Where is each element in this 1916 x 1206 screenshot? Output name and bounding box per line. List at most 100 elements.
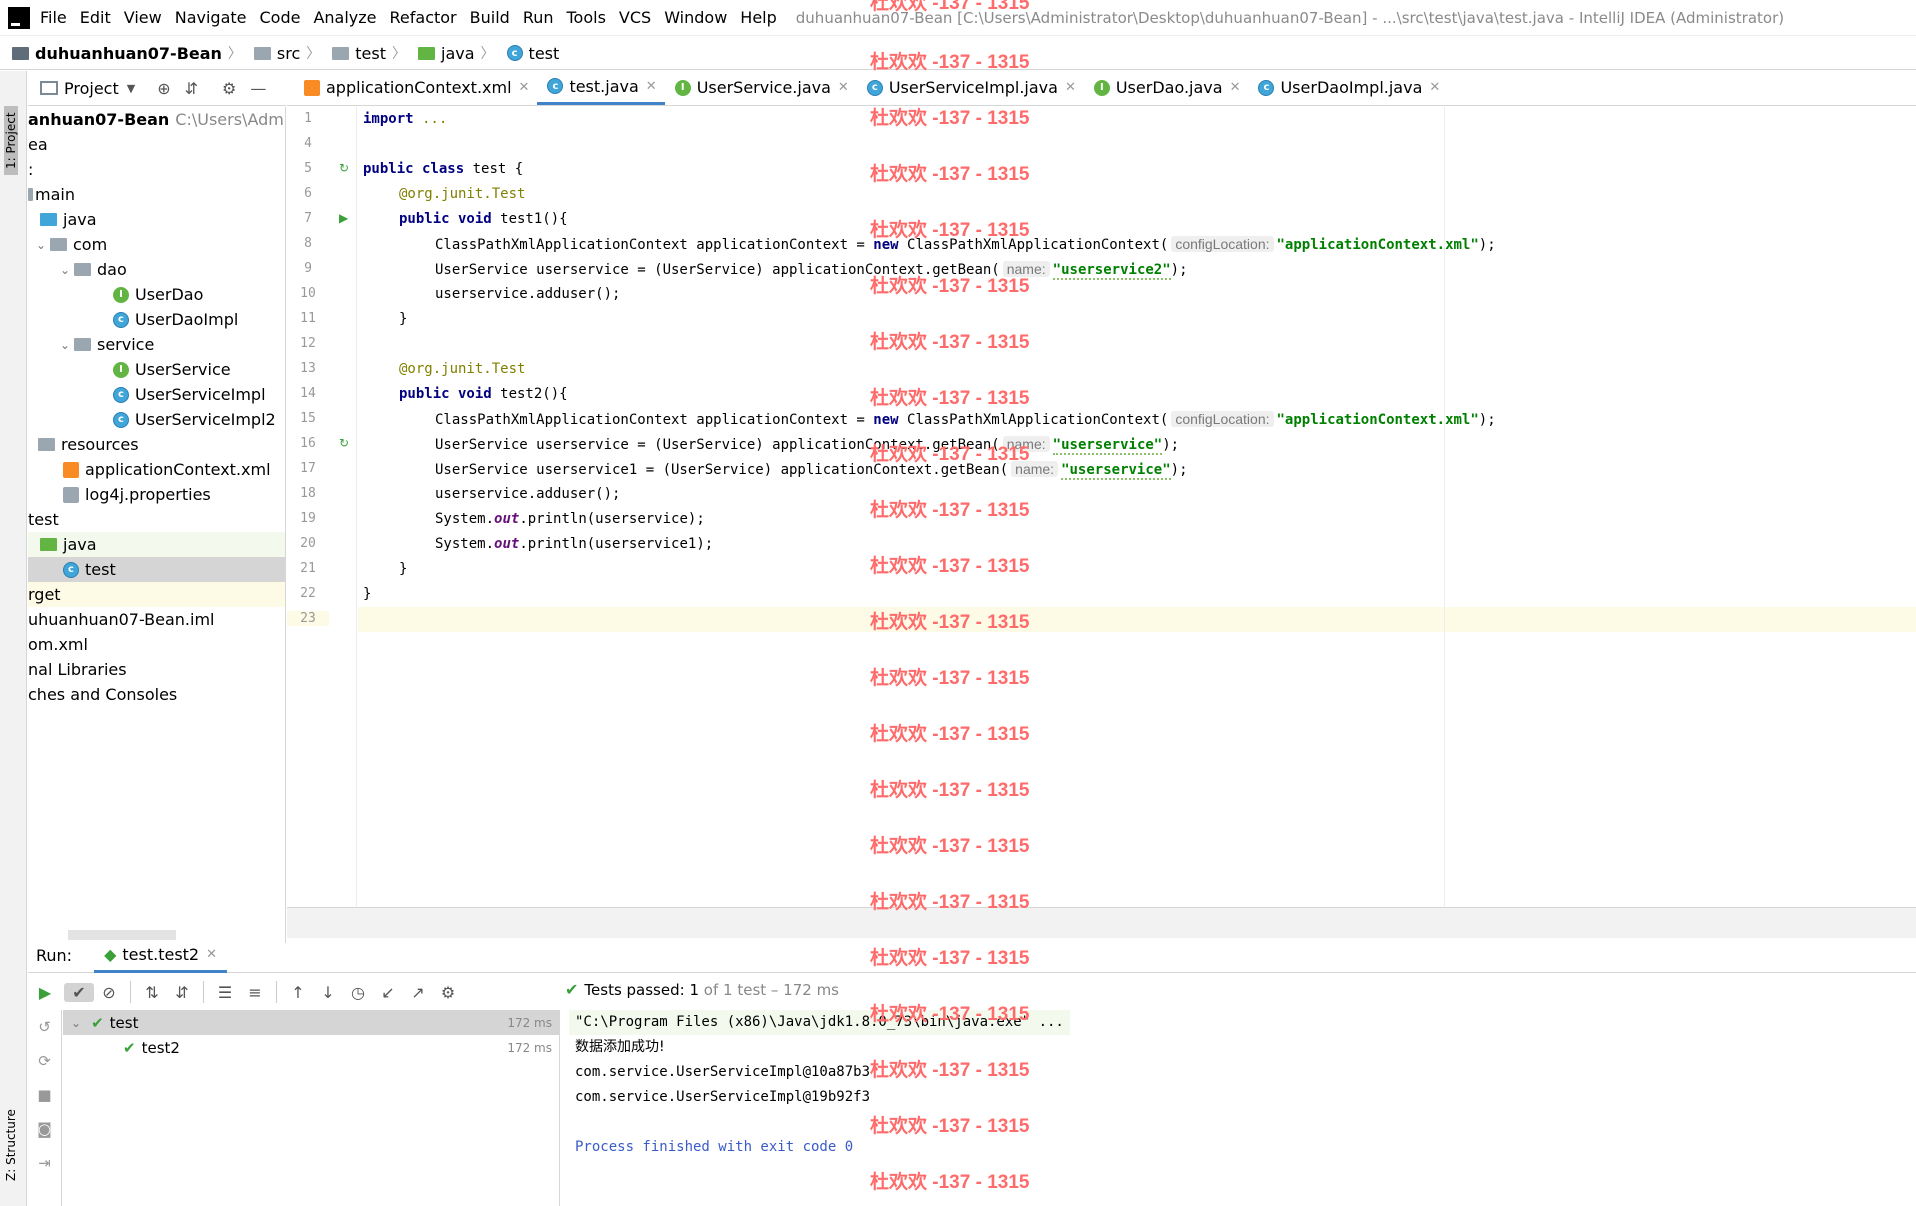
breadcrumb-java[interactable]: java 〉 (418, 43, 501, 63)
tab-userdao-java[interactable]: I UserDao.java ✕ (1084, 70, 1249, 105)
structure-tool-tab[interactable]: Z: Structure (4, 1109, 18, 1181)
line-number: 5 (304, 161, 312, 176)
menu-code[interactable]: Code (260, 8, 301, 27)
menu-file[interactable]: File (40, 8, 67, 27)
tree-item-userserviceimpl2[interactable]: c UserServiceImpl2 (28, 407, 285, 432)
tree-item-userservice[interactable]: I UserService (28, 357, 285, 382)
locate-icon[interactable]: ⊕ (157, 79, 170, 98)
tree-item[interactable]: ea (28, 132, 285, 157)
tree-item-service[interactable]: ⌄ service (28, 332, 285, 357)
line-number: 6 (304, 186, 312, 201)
line-number: 15 (300, 411, 316, 426)
tree-item-external-libraries[interactable]: nal Libraries (28, 657, 285, 682)
collapse-all-icon[interactable]: ≡ (240, 983, 270, 1002)
menu-run[interactable]: Run (523, 8, 554, 27)
close-icon[interactable]: ✕ (519, 80, 530, 95)
menu-analyze[interactable]: Analyze (313, 8, 376, 27)
tab-applicationcontext-xml[interactable]: applicationContext.xml ✕ (287, 70, 537, 105)
breadcrumb-src[interactable]: src 〉 (253, 43, 326, 63)
tree-item-test-java[interactable]: java (28, 532, 285, 557)
breadcrumb-test[interactable]: test 〉 (332, 43, 412, 63)
rerun-icon[interactable]: ▶ (30, 983, 60, 1002)
show-passed-icon[interactable]: ✔ (64, 982, 94, 1002)
chevron-down-icon[interactable]: ▼ (127, 82, 135, 95)
hide-icon[interactable]: — (250, 79, 266, 98)
console-output[interactable]: "C:\Program Files (x86)\Java\jdk1.8.0_73… (561, 1010, 1916, 1206)
chevron-down-icon[interactable]: ⌄ (32, 238, 50, 252)
breadcrumb-project[interactable]: duhuanhuan07-Bean 〉 (12, 43, 248, 63)
test-result-row[interactable]: ⌄ ✔ test 172 ms (63, 1010, 560, 1035)
tree-item-main[interactable]: main (28, 182, 285, 207)
stop-icon[interactable]: ■ (28, 1078, 61, 1112)
tree-item-project-root[interactable]: anhuan07-BeanC:\Users\Administ (28, 107, 285, 132)
tree-item-com[interactable]: ⌄ com (28, 232, 285, 257)
show-ignored-icon[interactable]: ⊘ (94, 983, 124, 1002)
tree-item-resources[interactable]: resources (28, 432, 285, 457)
tree-item-test-class[interactable]: c test (28, 557, 285, 582)
close-icon[interactable]: ✕ (1230, 80, 1241, 95)
tree-item-userdao[interactable]: I UserDao (28, 282, 285, 307)
gear-icon[interactable]: ⚙ (433, 983, 463, 1002)
close-icon[interactable]: ✕ (206, 947, 217, 962)
menu-window[interactable]: Window (664, 8, 727, 27)
tree-item-test-folder[interactable]: test (28, 507, 285, 532)
sort-by-duration-icon[interactable]: ⇵ (167, 983, 197, 1002)
chevron-down-icon[interactable]: ⌄ (71, 1016, 81, 1030)
menu-help[interactable]: Help (740, 8, 776, 27)
expand-all-icon[interactable]: ☰ (210, 983, 240, 1002)
menu-tools[interactable]: Tools (567, 8, 606, 27)
run-test-class-icon[interactable]: ↻ (339, 161, 349, 175)
export-tests-icon[interactable]: ↗ (403, 983, 433, 1002)
chevron-down-icon[interactable]: ⌄ (56, 338, 74, 352)
tree-item-pom[interactable]: om.xml (28, 632, 285, 657)
close-icon[interactable]: ✕ (646, 79, 657, 94)
test-history-icon[interactable]: ◷ (343, 983, 373, 1002)
code-line: System.out.println(userservice1); (435, 536, 714, 552)
tab-userdaoimpl-java[interactable]: c UserDaoImpl.java ✕ (1248, 70, 1448, 105)
project-view-selector[interactable]: Project (64, 79, 119, 98)
menu-build[interactable]: Build (470, 8, 510, 27)
previous-test-icon[interactable]: ↑ (283, 983, 313, 1002)
collapse-all-icon[interactable]: ⇵ (185, 79, 198, 98)
next-test-icon[interactable]: ↓ (313, 983, 343, 1002)
test-result-row[interactable]: ✔ test2 172 ms (63, 1035, 560, 1060)
source-folder-icon (40, 213, 57, 226)
tree-item-applicationcontext[interactable]: applicationContext.xml (28, 457, 285, 482)
run-test-icon[interactable]: ▶ (339, 211, 348, 225)
tree-item-userserviceimpl[interactable]: c UserServiceImpl (28, 382, 285, 407)
code-editor[interactable]: import ... public class test { @org.juni… (358, 107, 1916, 907)
gear-icon[interactable]: ⚙ (222, 79, 236, 98)
editor-gutter: 1 4 5 6 7 8 9 10 11 12 13 14 15 16 17 18… (287, 107, 357, 907)
panel-divider[interactable] (287, 907, 1916, 938)
tree-item-scratches[interactable]: ches and Consoles (28, 682, 285, 707)
toggle-auto-test-icon[interactable]: ⟳ (28, 1044, 61, 1078)
tree-item-iml[interactable]: uhuanhuan07-Bean.iml (28, 607, 285, 632)
camera-icon[interactable]: ◙ (28, 1112, 61, 1146)
tree-item-userdaoimpl[interactable]: c UserDaoImpl (28, 307, 285, 332)
sort-alphabetically-icon[interactable]: ⇅ (137, 983, 167, 1002)
menu-refactor[interactable]: Refactor (390, 8, 457, 27)
menu-view[interactable]: View (124, 8, 162, 27)
tree-item-dao[interactable]: ⌄ dao (28, 257, 285, 282)
project-tool-tab[interactable]: 1: Project (4, 106, 18, 175)
close-icon[interactable]: ✕ (1065, 80, 1076, 95)
import-tests-icon[interactable]: ↙ (373, 983, 403, 1002)
breadcrumb-class[interactable]: c test (506, 44, 559, 63)
tab-userserviceimpl-java[interactable]: c UserServiceImpl.java ✕ (857, 70, 1084, 105)
menu-navigate[interactable]: Navigate (175, 8, 247, 27)
exit-icon[interactable]: ⇥ (28, 1146, 61, 1180)
close-icon[interactable]: ✕ (838, 80, 849, 95)
tree-item-java[interactable]: java (28, 207, 285, 232)
close-icon[interactable]: ✕ (1429, 80, 1440, 95)
rerun-failed-icon[interactable]: ↺ (28, 1010, 61, 1044)
run-tab-test-test2[interactable]: ◆ test.test2 ✕ (94, 939, 228, 973)
tab-userservice-java[interactable]: I UserService.java ✕ (665, 70, 857, 105)
run-test-class-icon[interactable]: ↻ (339, 436, 349, 450)
tree-item[interactable]: : (28, 157, 285, 182)
menu-edit[interactable]: Edit (80, 8, 111, 27)
tree-item-target[interactable]: rget (28, 582, 285, 607)
chevron-down-icon[interactable]: ⌄ (56, 263, 74, 277)
tree-item-log4j[interactable]: log4j.properties (28, 482, 285, 507)
tab-test-java[interactable]: c test.java ✕ (537, 70, 665, 105)
menu-vcs[interactable]: VCS (619, 8, 651, 27)
